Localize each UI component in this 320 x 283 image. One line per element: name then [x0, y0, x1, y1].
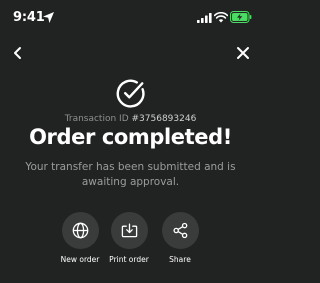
battery-charging-icon [230, 11, 252, 23]
transaction-label: Transaction ID [64, 114, 129, 124]
page-title: Order completed! [29, 125, 232, 149]
signal-icon [197, 13, 212, 23]
transaction-id: #3756893246 [131, 114, 197, 124]
location-arrow-icon [43, 12, 54, 23]
share-label: Share [169, 255, 191, 264]
status-bar: 9:41 [0, 0, 261, 36]
new-order-circle[interactable] [61, 212, 99, 249]
globe-icon [72, 222, 88, 239]
share-circle[interactable] [161, 212, 199, 249]
share-button[interactable]: Share [150, 212, 210, 264]
print-order-circle[interactable] [110, 212, 148, 249]
print-download-icon [121, 223, 137, 238]
check-circle-icon [116, 79, 145, 108]
confirmation-message: Your transfer has been submitted and is … [25, 161, 236, 188]
back-button[interactable] [9, 44, 27, 62]
status-time: 9:41 [13, 10, 45, 25]
share-icon [172, 222, 187, 239]
wifi-icon [214, 12, 228, 23]
close-button[interactable] [234, 44, 252, 62]
